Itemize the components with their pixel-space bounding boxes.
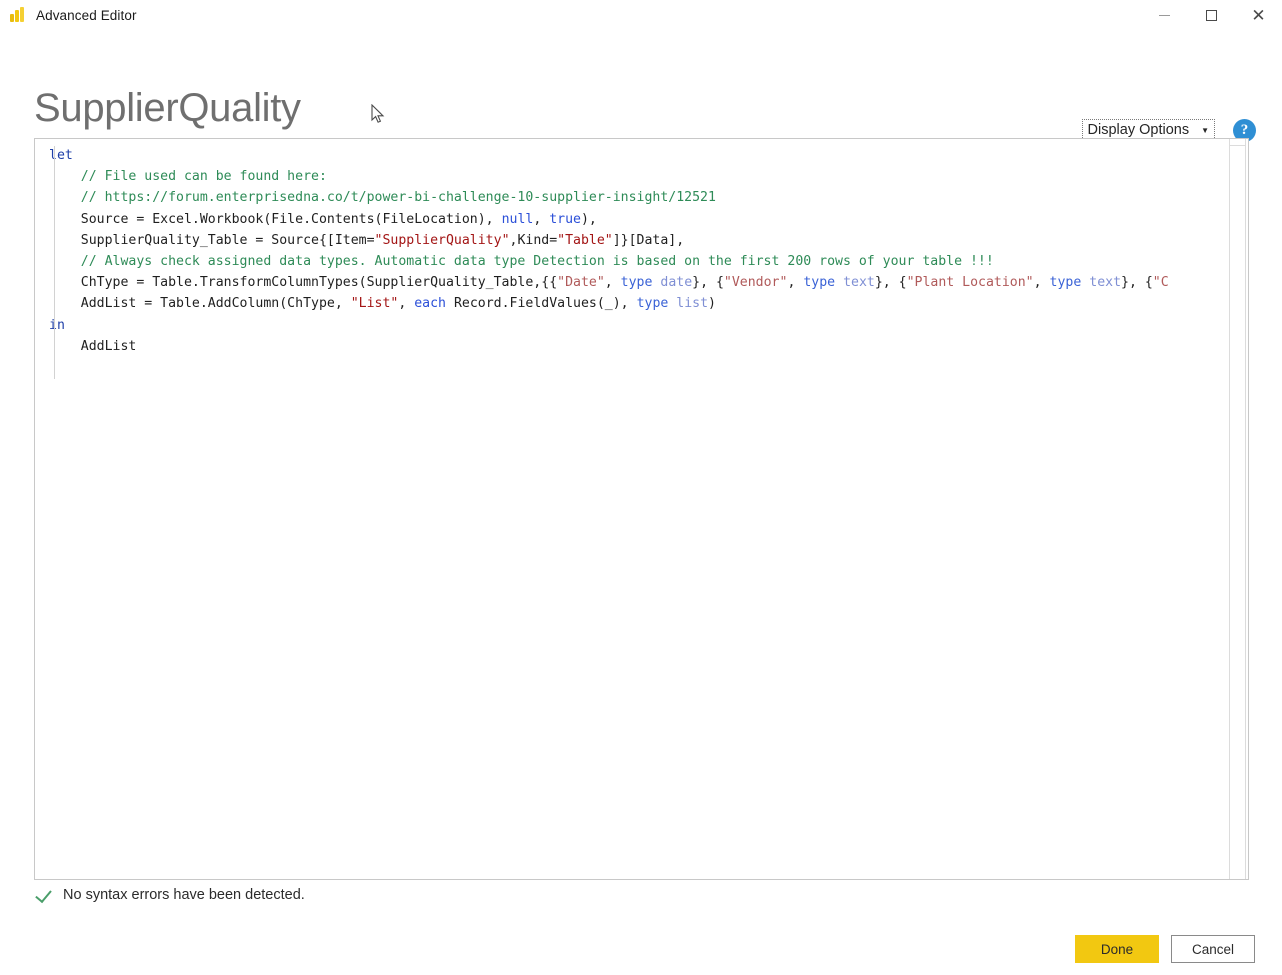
code-token: ,	[533, 211, 550, 227]
code-token: let	[49, 148, 73, 163]
code-token: "Plant Location"	[906, 275, 1034, 291]
code-token: type	[636, 296, 669, 312]
code-token: list	[676, 296, 709, 312]
chevron-down-icon: ▼	[1201, 126, 1209, 135]
window-controls: ✕	[1141, 0, 1282, 31]
code-token: "C	[1152, 275, 1169, 291]
maximize-button[interactable]	[1188, 0, 1235, 31]
dialog-footer: Done Cancel	[1075, 935, 1255, 963]
code-line: // https://forum.enterprisedna.co/t/powe…	[49, 187, 1248, 208]
maximize-icon	[1206, 10, 1217, 21]
code-token: // Always check assigned data types. Aut…	[49, 253, 994, 269]
code-token: )	[708, 296, 716, 312]
code-token: ,Kind=	[509, 232, 558, 248]
code-line: // Always check assigned data types. Aut…	[49, 251, 1248, 272]
code-content[interactable]: let // File used can be found here: // h…	[35, 145, 1248, 357]
code-token: AddList	[49, 338, 137, 354]
code-editor-inner: let // File used can be found here: // h…	[35, 139, 1248, 879]
code-token: ,	[1033, 275, 1050, 291]
status-message: No syntax errors have been detected.	[63, 886, 305, 903]
code-token: // File used can be found here:	[49, 169, 327, 185]
code-token: type	[620, 275, 653, 291]
code-token: ,	[604, 275, 621, 291]
status-bar: No syntax errors have been detected.	[36, 886, 305, 903]
page-title: SupplierQuality	[34, 86, 301, 130]
code-token: // https://forum.enterprisedna.co/t/powe…	[49, 190, 716, 206]
code-token: null	[501, 211, 534, 227]
code-token: ),	[580, 211, 597, 227]
code-token: "Table"	[557, 232, 613, 248]
indent-guide	[54, 336, 55, 379]
code-token: ChType = Table.TransformColumnTypes(Supp…	[49, 275, 558, 291]
code-token: "SupplierQuality"	[374, 232, 510, 248]
code-token: }, {	[1121, 275, 1153, 291]
window-titlebar: Advanced Editor ✕	[0, 0, 1282, 31]
code-token: true	[549, 211, 581, 227]
code-token: text	[843, 275, 875, 291]
code-token: Record.FieldValues(_),	[446, 296, 637, 312]
checkmark-icon	[36, 886, 53, 903]
code-token: ,	[787, 275, 804, 291]
editor-right-divider	[1229, 139, 1230, 879]
code-token: "Vendor"	[723, 275, 788, 291]
code-token: SupplierQuality_Table = Source{[Item=	[49, 232, 375, 248]
code-line: AddList	[49, 336, 1248, 357]
code-token: }, {	[874, 275, 907, 291]
code-token: ,	[398, 296, 415, 312]
minimize-icon	[1159, 15, 1170, 16]
code-token: each	[414, 296, 446, 312]
code-line: Source = Excel.Workbook(File.Contents(Fi…	[49, 209, 1248, 230]
editor-scrollbar-top-divider	[1229, 145, 1246, 146]
indent-guide	[54, 146, 55, 336]
code-token: type	[803, 275, 836, 291]
close-button[interactable]: ✕	[1235, 0, 1282, 31]
display-options-label: Display Options	[1087, 122, 1190, 138]
code-token: date	[660, 275, 693, 291]
code-editor[interactable]: let // File used can be found here: // h…	[34, 138, 1249, 880]
code-line: SupplierQuality_Table = Source{[Item="Su…	[49, 230, 1248, 251]
code-token: in	[49, 317, 65, 333]
code-token: Source = Excel.Workbook(File.Contents(Fi…	[49, 211, 502, 227]
done-button[interactable]: Done	[1075, 935, 1159, 963]
power-bi-icon	[9, 6, 27, 24]
code-line: AddList = Table.AddColumn(ChType, "List"…	[49, 293, 1248, 314]
code-token: "List"	[350, 296, 399, 312]
code-line: ChType = Table.TransformColumnTypes(Supp…	[49, 272, 1248, 293]
code-token: AddList = Table.AddColumn(ChType,	[49, 296, 351, 312]
window-title: Advanced Editor	[36, 7, 137, 23]
code-token: }, {	[692, 275, 724, 291]
code-line: in	[49, 315, 1248, 336]
code-line: // File used can be found here:	[49, 166, 1248, 187]
cancel-button[interactable]: Cancel	[1171, 935, 1255, 963]
editor-header: SupplierQuality Display Options ▼ ?	[0, 31, 1282, 142]
close-icon: ✕	[1251, 6, 1266, 25]
code-token: text	[1089, 275, 1122, 291]
code-token: "Date"	[557, 275, 605, 291]
editor-scrollbar-track[interactable]	[1245, 139, 1246, 879]
code-token: ]}[Data],	[612, 232, 685, 248]
minimize-button[interactable]	[1141, 0, 1188, 31]
code-token: type	[1049, 275, 1082, 291]
code-line: let	[49, 145, 1248, 166]
